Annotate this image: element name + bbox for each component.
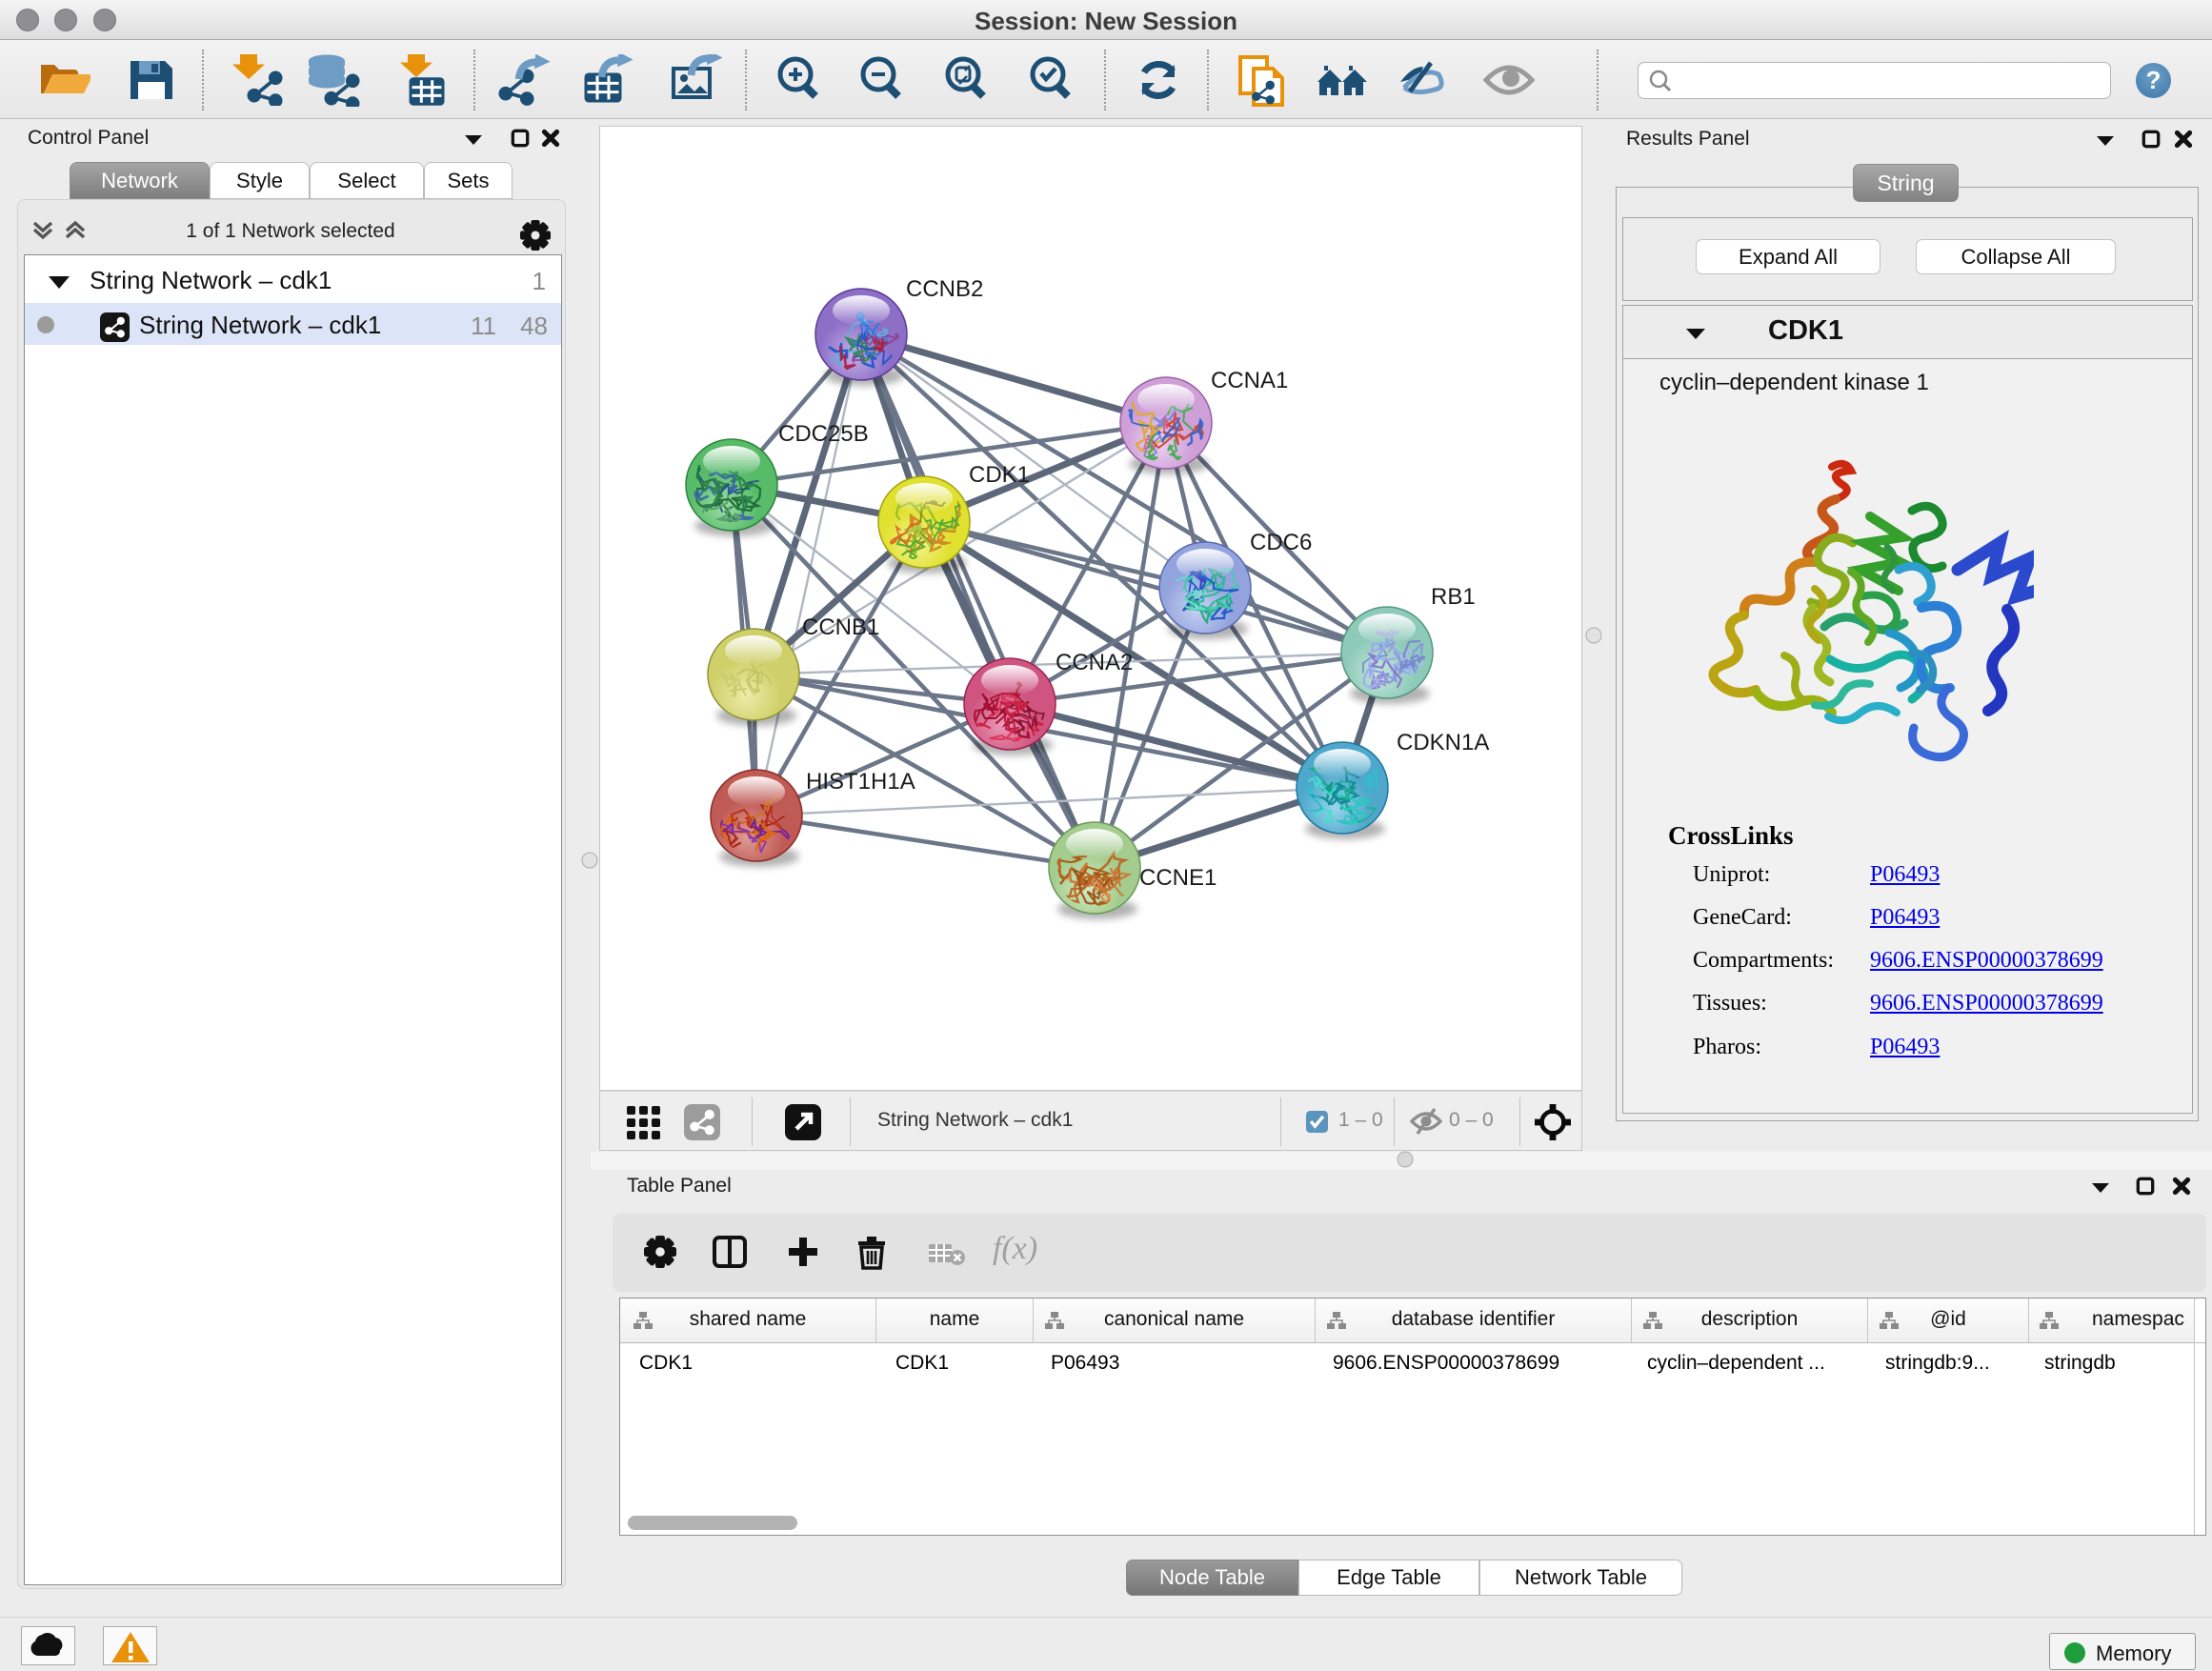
svg-text:CDC25B: CDC25B: [778, 421, 869, 447]
svg-text:CCNA2: CCNA2: [1056, 650, 1133, 675]
svg-text:CCNB1: CCNB1: [802, 614, 879, 640]
svg-text:CDC6: CDC6: [1250, 530, 1312, 555]
svg-text:CCNA1: CCNA1: [1211, 368, 1288, 393]
svg-text:CDK1: CDK1: [969, 462, 1030, 488]
svg-text:RB1: RB1: [1431, 584, 1476, 610]
svg-text:CCNE1: CCNE1: [1139, 865, 1217, 891]
svg-text:CCNB2: CCNB2: [906, 276, 983, 302]
svg-text:HIST1H1A: HIST1H1A: [806, 769, 915, 795]
svg-text:CDKN1A: CDKN1A: [1397, 730, 1489, 755]
